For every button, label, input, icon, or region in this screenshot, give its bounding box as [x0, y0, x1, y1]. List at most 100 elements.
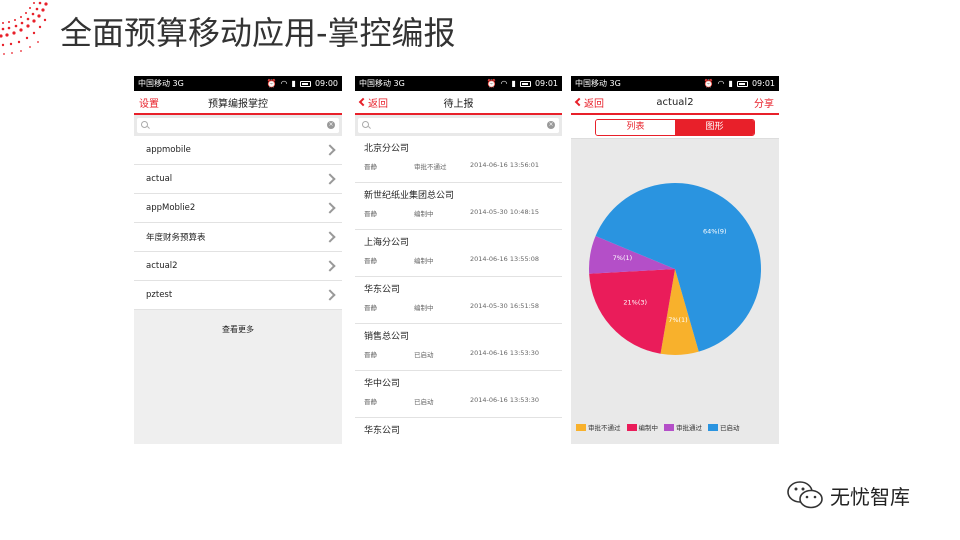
- timestamp: 2014-06-16 13:55:08: [470, 255, 540, 263]
- timestamp: 2014-05-30 10:48:15: [470, 208, 540, 216]
- pending-list: 北京分公司 晋静 审批不通过 2014-06-16 13:56:01 新世纪纸业集团总公…: [355, 136, 562, 444]
- legend-item: 编制中: [626, 422, 659, 432]
- settings-button[interactable]: 设置: [139, 95, 159, 110]
- back-button[interactable]: 返回: [574, 95, 604, 110]
- list-item[interactable]: 上海分公司 晋静 编制中 2014-06-16 13:55:08: [355, 230, 562, 277]
- view-toggle: 列表 图形: [571, 115, 779, 139]
- chevron-right-icon: [324, 173, 336, 185]
- item-meta: 晋静 已启动 2014-06-16 13:53:30: [364, 396, 553, 406]
- list-item[interactable]: 年度财务预算表: [134, 223, 342, 252]
- list-item[interactable]: 华东公司 晋静 编制中 2014-05-30 16:51:58: [355, 277, 562, 324]
- item-meta: 晋静 已启动 2014-06-16 13:53:30: [364, 349, 553, 359]
- battery-icon: [736, 80, 748, 87]
- clear-icon[interactable]: ×: [547, 121, 555, 129]
- status-text: 审批不通过: [414, 163, 447, 171]
- editor-name: 晋静: [364, 163, 377, 171]
- load-more-area: 查看更多: [134, 310, 342, 444]
- legend-label: 审批通过: [676, 424, 702, 432]
- legend-label: 已启动: [720, 424, 740, 432]
- editor-name: 晋静: [364, 210, 377, 218]
- tab-chart[interactable]: 图形: [675, 120, 754, 135]
- search-input[interactable]: ×: [137, 118, 339, 133]
- legend-label: 审批不通过: [588, 424, 621, 432]
- pie-label-1: 21%(3): [623, 299, 647, 307]
- search-icon: [141, 121, 148, 128]
- status-text: 编制中: [414, 304, 434, 312]
- tab-list[interactable]: 列表: [596, 120, 675, 135]
- list-item[interactable]: 华中公司晋静 已启动 2014-06-16 13:53:30: [355, 371, 562, 418]
- search-bar: ×: [134, 115, 342, 136]
- list-item[interactable]: 销售总公司晋静 已启动 2014-06-16 13:53:30: [355, 324, 562, 371]
- list-item[interactable]: appMoblie2: [134, 194, 342, 223]
- pie-label-0: 7%(1): [668, 316, 688, 324]
- list-item[interactable]: actual2: [134, 252, 342, 281]
- alarm-icon: ⏰: [266, 78, 277, 88]
- list-item[interactable]: actual: [134, 165, 342, 194]
- chevron-left-icon: [358, 97, 368, 107]
- legend-swatch: [626, 423, 637, 431]
- list-item[interactable]: 华东公司: [355, 418, 562, 444]
- company-name: 上海分公司: [364, 238, 410, 248]
- legend-item: 审批不通过: [576, 422, 621, 432]
- nav-title: 预算编报掌控: [208, 98, 268, 110]
- list-item[interactable]: 新世纪纸业集团总公司 晋静 编制中 2014-05-30 10:48:15: [355, 183, 562, 230]
- company-name: 华东公司: [364, 426, 401, 436]
- list-item[interactable]: 北京分公司晋静 审批不通过 2014-06-16 13:56:01: [355, 136, 562, 183]
- company-name: 华中公司: [364, 379, 401, 389]
- phone-screen-chart: 中国移动 3G ⏰ ◠ ▮ 09:01 返回 actual2 分享 列表 图形 …: [571, 76, 779, 444]
- back-button[interactable]: 返回: [358, 95, 388, 110]
- item-meta: 晋静 编制中 2014-05-30 10:48:15: [364, 208, 553, 218]
- carrier-label: 中国移动 3G: [138, 79, 184, 88]
- status-bar: 中国移动 3G ⏰ ◠ ▮ 09:01: [571, 76, 779, 91]
- legend-swatch: [664, 423, 674, 431]
- editor-name: 晋静: [364, 304, 377, 312]
- chevron-right-icon: [324, 202, 336, 214]
- carrier-label: 中国移动 3G: [359, 79, 405, 88]
- editor-name: 晋静: [364, 257, 377, 265]
- timestamp: 2014-06-16 13:53:30: [470, 349, 540, 357]
- editor-name: 晋静: [364, 351, 377, 359]
- list-item-label: 年度财务预算表: [146, 233, 206, 243]
- nav-bar: 返回 actual2 分享: [571, 91, 779, 115]
- search-input[interactable]: ×: [358, 118, 559, 133]
- company-name: 华东公司: [364, 285, 401, 295]
- share-button[interactable]: 分享: [754, 95, 774, 110]
- budget-list: appmobile actual appMoblie2 年度财务预算表 actual2 p…: [134, 136, 342, 310]
- list-item-label: appMoblie2: [146, 203, 196, 213]
- alarm-icon: ⏰: [486, 78, 497, 88]
- item-meta: 晋静 编制中 2014-05-30 16:51:58: [364, 302, 553, 312]
- signal-icon: ▮: [291, 78, 296, 88]
- legend-item: 审批通过: [664, 422, 702, 432]
- brand-name: 无忧智库: [830, 484, 910, 509]
- clock-time: 09:00: [314, 79, 338, 88]
- back-label: 返回: [368, 98, 388, 110]
- alarm-icon: ⏰: [703, 78, 714, 88]
- status-text: 编制中: [414, 210, 434, 218]
- nav-bar: 返回 待上报: [355, 91, 562, 115]
- pie-label-2: 7%(1): [613, 254, 633, 262]
- wifi-icon: ◠: [717, 78, 725, 88]
- clock-time: 09:01: [751, 79, 775, 88]
- list-item-label: pztest: [146, 290, 173, 300]
- chevron-right-icon: [324, 231, 336, 243]
- load-more-button[interactable]: 查看更多: [222, 325, 254, 334]
- company-name: 销售总公司: [364, 332, 410, 342]
- legend-label: 编制中: [638, 424, 659, 432]
- status-text: 已启动: [414, 398, 434, 406]
- timestamp: 2014-06-16 13:56:01: [470, 161, 540, 169]
- dotted-arc-logo: [0, 1, 48, 55]
- pie-slice-1[interactable]: [589, 269, 675, 354]
- carrier-label: 中国移动 3G: [575, 79, 621, 88]
- list-item[interactable]: appmobile: [134, 136, 342, 165]
- clear-icon[interactable]: ×: [327, 121, 335, 129]
- list-item-label: appmobile: [146, 145, 191, 155]
- phone-screen-budget-list: 中国移动 3G ⏰ ◠ ▮ 09:00 设置 预算编报掌控 × appmobil…: [134, 76, 342, 444]
- list-item[interactable]: pztest: [134, 281, 342, 310]
- chart-area: 7%(1) 21%(3) 7%(1) 64%(9) 审批不通过 编制中 审批通过 已启动: [571, 139, 779, 444]
- brand-mark: 无忧智库: [786, 480, 910, 510]
- chart-legend: 审批不通过 编制中 审批通过 已启动: [576, 422, 743, 432]
- company-name: 北京分公司: [364, 144, 410, 154]
- battery-icon: [299, 80, 311, 87]
- chevron-right-icon: [324, 144, 336, 156]
- wechat-icon: [787, 481, 823, 509]
